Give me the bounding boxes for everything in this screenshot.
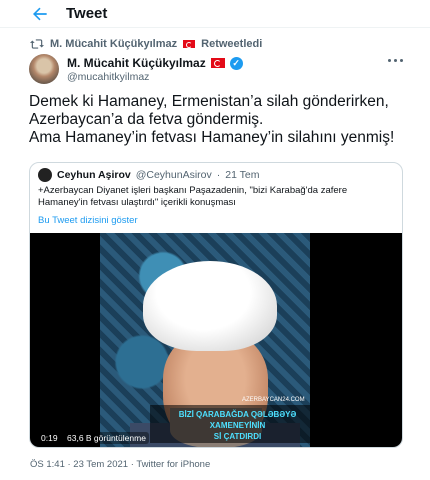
author-handle[interactable]: @mucahitkyilmaz: [67, 71, 149, 83]
page-title: Tweet: [66, 5, 108, 22]
author-name-row[interactable]: M. Mücahit Küçükyılmaz ✓: [67, 56, 243, 70]
video-duration: 0:19: [41, 433, 58, 443]
retweet-indicator: M. Mücahit Küçükyılmaz Retweetledi: [30, 37, 262, 51]
quoted-author-avatar[interactable]: [38, 168, 52, 182]
tweet-meta: ÖS 1:41 · 23 Tem 2021 · Twitter for iPho…: [30, 459, 211, 470]
verified-badge-icon: ✓: [229, 56, 243, 70]
quoted-tweet[interactable]: Ceyhun Aşirov @CeyhunAsirov · 21 Tem +Az…: [29, 162, 403, 448]
video-player[interactable]: AZERBAYCAN24.COM BİZİ QARABAĞDA QƏLƏBƏYƏ…: [30, 233, 402, 447]
video-caption: BİZİ QARABAĞDA QƏLƏBƏYƏ XAMENEYİNİN Sİ Ç…: [150, 405, 325, 443]
tweet-text: Demek ki Hamaney, Ermenistan’a silah gön…: [29, 93, 395, 146]
author-name[interactable]: M. Mücahit Küçükyılmaz: [67, 56, 206, 70]
quoted-author-handle[interactable]: @CeyhunAsirov: [136, 169, 212, 181]
tweet-header: Tweet: [0, 0, 430, 28]
speaker-turban: [143, 261, 277, 351]
retweet-label: Retweetledi: [201, 38, 263, 50]
retweet-icon: [30, 39, 44, 49]
more-options-icon[interactable]: [388, 56, 404, 64]
back-arrow-icon[interactable]: [30, 4, 50, 24]
quoted-tweet-header: Ceyhun Aşirov @CeyhunAsirov · 21 Tem: [38, 168, 260, 182]
video-watermark: AZERBAYCAN24.COM: [242, 397, 305, 403]
author-avatar[interactable]: [29, 54, 59, 84]
quoted-tweet-text: +Azerbaycan Diyanet işleri başkanı Paşaz…: [38, 185, 348, 208]
dot-separator: ·: [216, 169, 221, 181]
retweet-user[interactable]: M. Mücahit Küçükyılmaz: [50, 38, 177, 50]
quoted-tweet-time: 21 Tem: [225, 169, 260, 181]
turkey-flag-icon: [183, 40, 196, 48]
video-views: 63,6 B görüntülenme: [67, 433, 146, 443]
quoted-author-name[interactable]: Ceyhun Aşirov: [57, 169, 131, 181]
show-thread-link[interactable]: Bu Tweet dizisini göster: [38, 215, 138, 226]
video-stats: 0:19 63,6 B görüntülenme: [38, 432, 149, 444]
turkey-flag-icon: [210, 58, 225, 68]
